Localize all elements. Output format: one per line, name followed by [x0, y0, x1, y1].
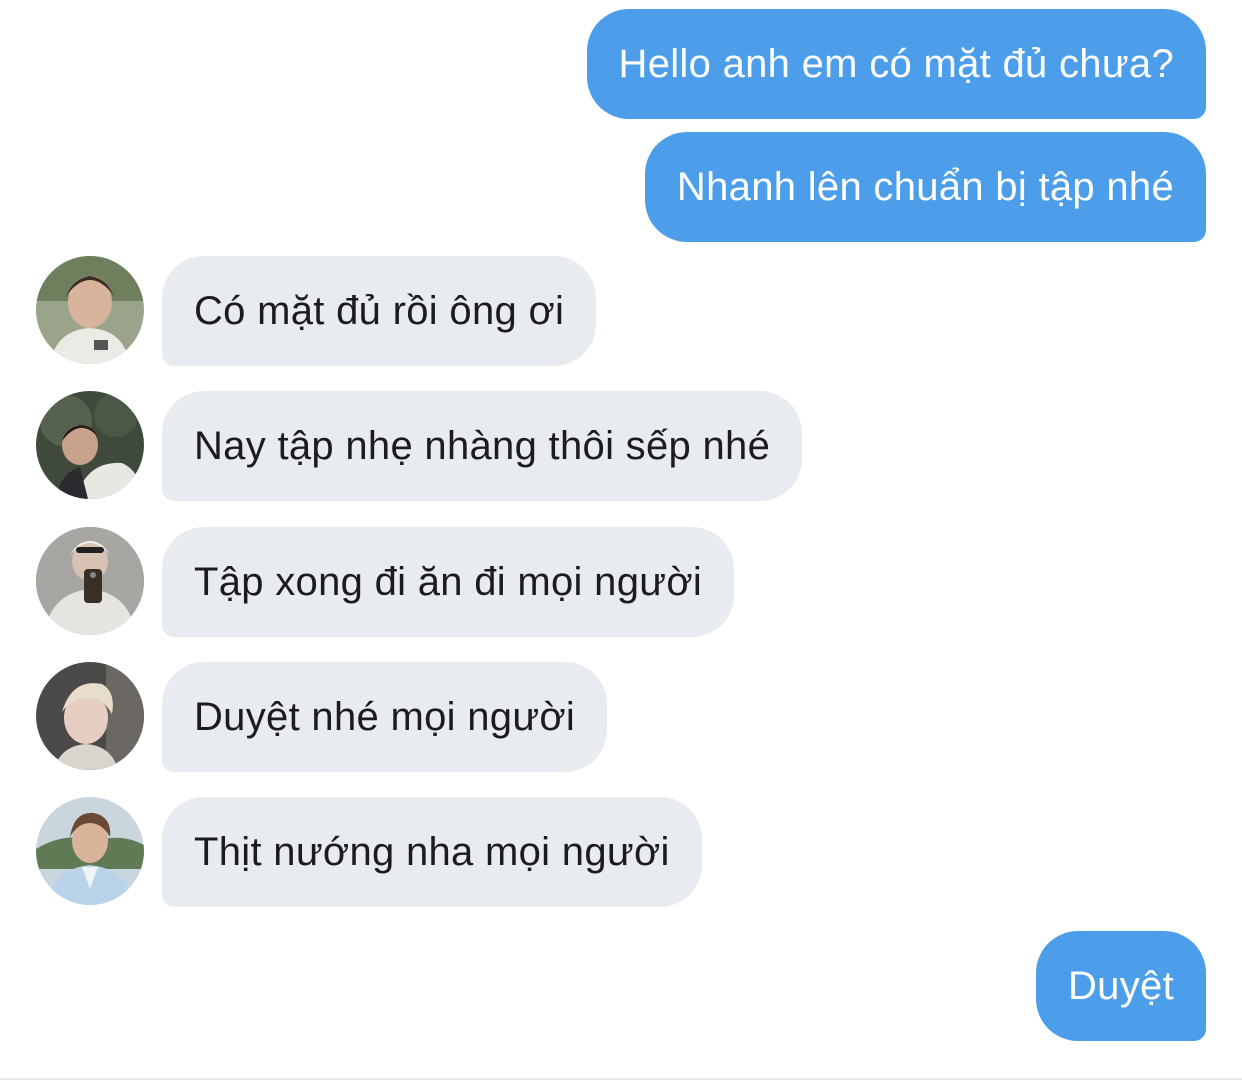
message-text: Nhanh lên chuẩn bị tập nhé — [676, 165, 1174, 209]
sender-avatar[interactable] — [36, 662, 144, 770]
message-text: Có mặt đủ rồi ông ơi — [194, 289, 565, 333]
message-text: Duyệt — [1068, 964, 1174, 1008]
incoming-message-bubble[interactable]: Duyệt nhé mọi người — [162, 662, 608, 772]
incoming-message-bubble[interactable]: Có mặt đủ rồi ông ơi — [162, 256, 597, 366]
message-text: Hello anh em có mặt đủ chưa? — [618, 42, 1174, 86]
sender-avatar[interactable] — [36, 797, 144, 905]
message-text: Duyệt nhé mọi người — [194, 695, 576, 739]
outgoing-message-bubble[interactable]: Hello anh em có mặt đủ chưa? — [586, 9, 1206, 119]
sender-avatar[interactable] — [36, 391, 144, 499]
sender-avatar[interactable] — [36, 256, 144, 364]
sender-avatar[interactable] — [36, 527, 144, 635]
chat-thread: Hello anh em có mặt đủ chưa? Nhanh lên c… — [0, 0, 1242, 1080]
incoming-message-bubble[interactable]: Tập xong đi ăn đi mọi người — [162, 527, 735, 637]
message-text: Tập xong đi ăn đi mọi người — [194, 560, 703, 604]
outgoing-message-bubble[interactable]: Duyệt — [1036, 931, 1206, 1041]
outgoing-message-bubble[interactable]: Nhanh lên chuẩn bị tập nhé — [644, 132, 1206, 242]
message-text: Nay tập nhẹ nhàng thôi sếp nhé — [194, 424, 771, 468]
message-text: Thịt nướng nha mọi người — [194, 830, 670, 874]
incoming-message-bubble[interactable]: Nay tập nhẹ nhàng thôi sếp nhé — [162, 391, 803, 501]
incoming-message-bubble[interactable]: Thịt nướng nha mọi người — [162, 797, 702, 907]
